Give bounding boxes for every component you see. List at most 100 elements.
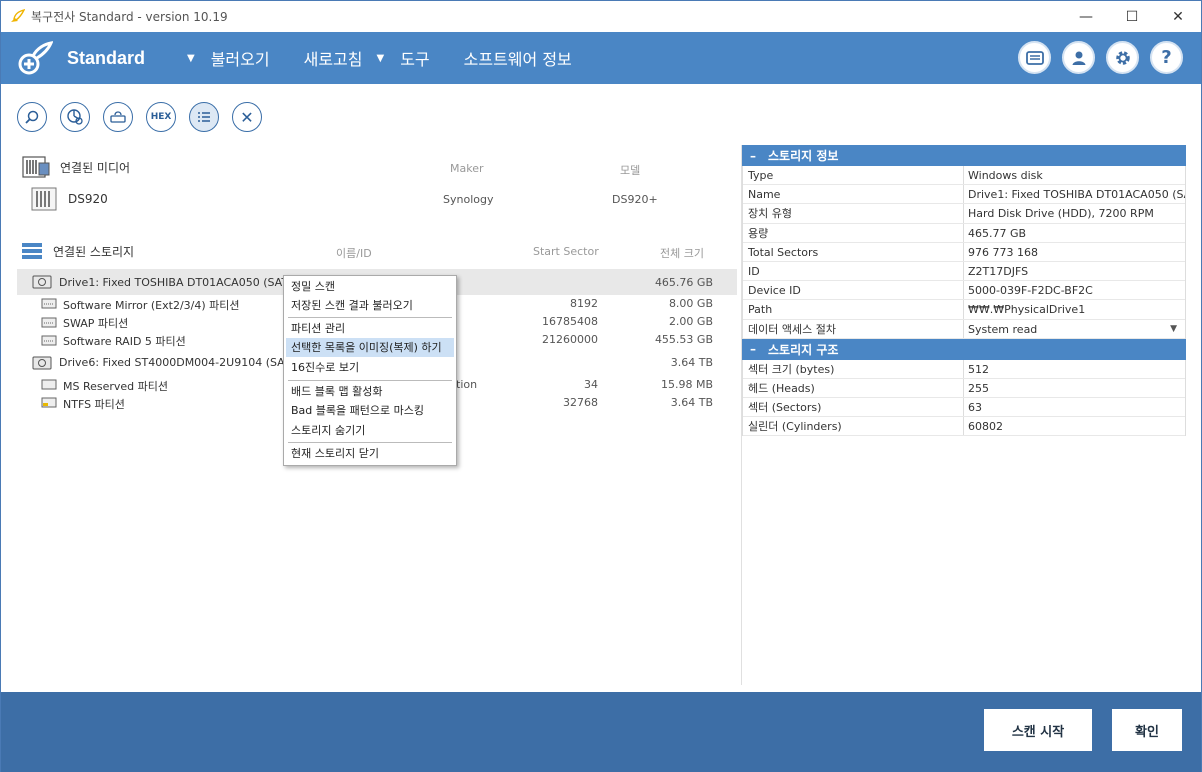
prop-key: Total Sectors	[743, 242, 964, 261]
menu-tools-label: 도구	[400, 50, 430, 69]
prop-row: 데이터 액세스 절차 System read ▼	[743, 319, 1185, 339]
ctx-hide-storage[interactable]: 스토리지 숨기기	[286, 421, 454, 440]
prop-value: Hard Disk Drive (HDD), 7200 RPM	[968, 207, 1154, 221]
prop-row: ID Z2T17DJFS	[743, 261, 1185, 282]
user-icon	[1072, 51, 1085, 65]
partition-scan-button[interactable]	[60, 102, 90, 132]
close-icon: ✕	[240, 107, 254, 127]
collapse-icon: –	[750, 342, 756, 357]
maximize-button[interactable]: ☐	[1109, 1, 1155, 32]
minimize-button[interactable]: —	[1063, 1, 1109, 32]
prop-row: Device ID 5000-039F-F2DC-BF2C	[743, 281, 1185, 301]
access-procedure-select[interactable]: System read ▼	[964, 320, 1185, 338]
ctx-hex-view[interactable]: 16진수로 보기	[286, 358, 454, 377]
title-bar: 복구전사 Standard - version 10.19 — ☐ ✕	[1, 1, 1201, 32]
prop-value: 60802	[968, 420, 1003, 434]
ctx-close-storage[interactable]: 현재 스토리지 닫기	[286, 444, 454, 463]
ctx-partition-mgmt[interactable]: 파티션 관리	[286, 319, 454, 338]
storage-row-name[interactable]: Software Mirror (Ext2/3/4) 파티션	[63, 297, 240, 313]
collapse-icon: –	[750, 148, 756, 163]
list-button[interactable]	[189, 102, 219, 132]
storage-row-start: 32768	[563, 396, 598, 409]
chevron-down-icon: ▼	[187, 52, 195, 64]
prop-key: Path	[743, 300, 964, 319]
storage-row-start: 34	[584, 378, 598, 391]
media-row-maker: Synology	[443, 193, 494, 206]
storage-row-size: 15.98 MB	[660, 378, 713, 391]
storage-row-name[interactable]: Drive6: Fixed ST4000DM004-2U9104 (SAT)	[59, 356, 295, 369]
storage-row-start: 21260000	[542, 333, 598, 346]
prop-row: 헤드 (Heads) 255	[743, 378, 1185, 399]
menu-tools[interactable]: ▼ 도구	[376, 46, 430, 70]
storage-row-id: tion	[456, 378, 478, 391]
app-logo-icon	[11, 8, 25, 22]
restore-button[interactable]	[103, 102, 133, 132]
storage-section-header: 연결된 스토리지	[21, 242, 134, 260]
prop-row: Total Sectors 976 773 168	[743, 242, 1185, 262]
prop-row: Name Drive1: Fixed TOSHIBA DT01ACA050 (SA…	[743, 185, 1185, 205]
message-button[interactable]	[1018, 41, 1051, 74]
chevron-down-icon: ▼	[376, 52, 385, 64]
menu-about[interactable]: 소프트웨어 정보	[464, 46, 572, 70]
media-row-model: DS920+	[612, 193, 658, 206]
storage-row-name[interactable]: Software RAID 5 파티션	[63, 333, 186, 349]
close-tool-button[interactable]: ✕	[232, 102, 262, 132]
ctx-deep-scan[interactable]: 정밀 스캔	[286, 277, 454, 296]
prop-key: 헤드 (Heads)	[743, 378, 964, 398]
storage-row-name[interactable]: NTFS 파티션	[63, 396, 125, 412]
footer-bar: 스캔 시작 확인	[1, 692, 1201, 772]
menu-load[interactable]: ▼ 불러오기	[187, 46, 270, 70]
prop-value: Drive1: Fixed TOSHIBA DT01ACA050 (SAT)	[968, 188, 1185, 202]
storage-structure-title: 스토리지 구조	[768, 342, 839, 357]
storage-structure-header[interactable]: – 스토리지 구조	[742, 338, 1186, 360]
hdd-icon	[32, 356, 52, 373]
help-icon: ?	[1161, 47, 1172, 68]
chevron-down-icon: ▼	[1170, 323, 1177, 334]
prop-key: 장치 유형	[743, 204, 964, 223]
prop-key: ID	[743, 261, 964, 281]
ctx-bad-block-map[interactable]: 배드 블록 맵 활성화	[286, 382, 454, 401]
ctx-load-scan[interactable]: 저장된 스캔 결과 불러오기	[286, 296, 454, 315]
storage-col-size: 전체 크기	[660, 247, 704, 260]
prop-value: 512	[968, 362, 989, 376]
storage-row-name[interactable]: MS Reserved 파티션	[63, 378, 168, 394]
main-menubar: Standard ▼ 불러오기 새로고침 ▼ 도구 소프트웨어 정보 ?	[1, 32, 1201, 84]
prop-row: 용량 465.77 GB	[743, 223, 1185, 243]
hex-button[interactable]: HEX	[146, 102, 176, 132]
storage-info-header[interactable]: – 스토리지 정보	[742, 145, 1186, 166]
storage-row-start: 8192	[570, 297, 598, 310]
storage-col-name: 이름/ID	[336, 247, 372, 260]
prop-value: Windows disk	[968, 169, 1043, 182]
settings-button[interactable]	[1106, 41, 1139, 74]
list-icon	[198, 112, 210, 122]
storage-row-name[interactable]: SWAP 파티션	[63, 315, 128, 331]
toolbar: HEX ✕	[17, 102, 262, 132]
menu-refresh[interactable]: 새로고침	[304, 46, 363, 70]
ok-button[interactable]: 확인	[1112, 709, 1182, 751]
ctx-bad-block-mask[interactable]: Bad 블록을 패턴으로 마스킹	[286, 401, 454, 420]
help-button[interactable]: ?	[1150, 41, 1183, 74]
ctx-image-selected[interactable]: 선택한 목록을 이미징(복제) 하기	[286, 338, 454, 357]
storage-section-title: 연결된 스토리지	[53, 244, 135, 259]
partition-icon	[41, 379, 57, 393]
message-icon	[1025, 50, 1044, 65]
prop-row: 장치 유형 Hard Disk Drive (HDD), 7200 RPM	[743, 204, 1185, 224]
prop-value: 465.77 GB	[968, 226, 1027, 240]
start-scan-button[interactable]: 스캔 시작	[984, 709, 1092, 751]
user-button[interactable]	[1062, 41, 1095, 74]
storage-col-start: Start Sector	[533, 245, 599, 258]
partition-scan-icon	[67, 109, 83, 125]
prop-key: Name	[743, 185, 964, 204]
search-button[interactable]	[17, 102, 47, 132]
prop-key: 용량	[743, 223, 964, 242]
prop-key: 섹터 (Sectors)	[743, 398, 964, 417]
storage-row-name[interactable]: Drive1: Fixed TOSHIBA DT01ACA050 (SAT)	[59, 276, 292, 289]
close-button[interactable]: ✕	[1155, 1, 1201, 32]
ctx-separator	[288, 380, 452, 381]
prop-value: 255	[968, 381, 989, 395]
storage-row-size: 465.76 GB	[654, 276, 713, 289]
storage-row-size: 3.64 TB	[670, 396, 713, 409]
media-row-name[interactable]: DS920	[68, 192, 108, 206]
prop-row: Path ₩₩.₩PhysicalDrive1	[743, 300, 1185, 320]
storage-row-size: 2.00 GB	[668, 315, 713, 328]
